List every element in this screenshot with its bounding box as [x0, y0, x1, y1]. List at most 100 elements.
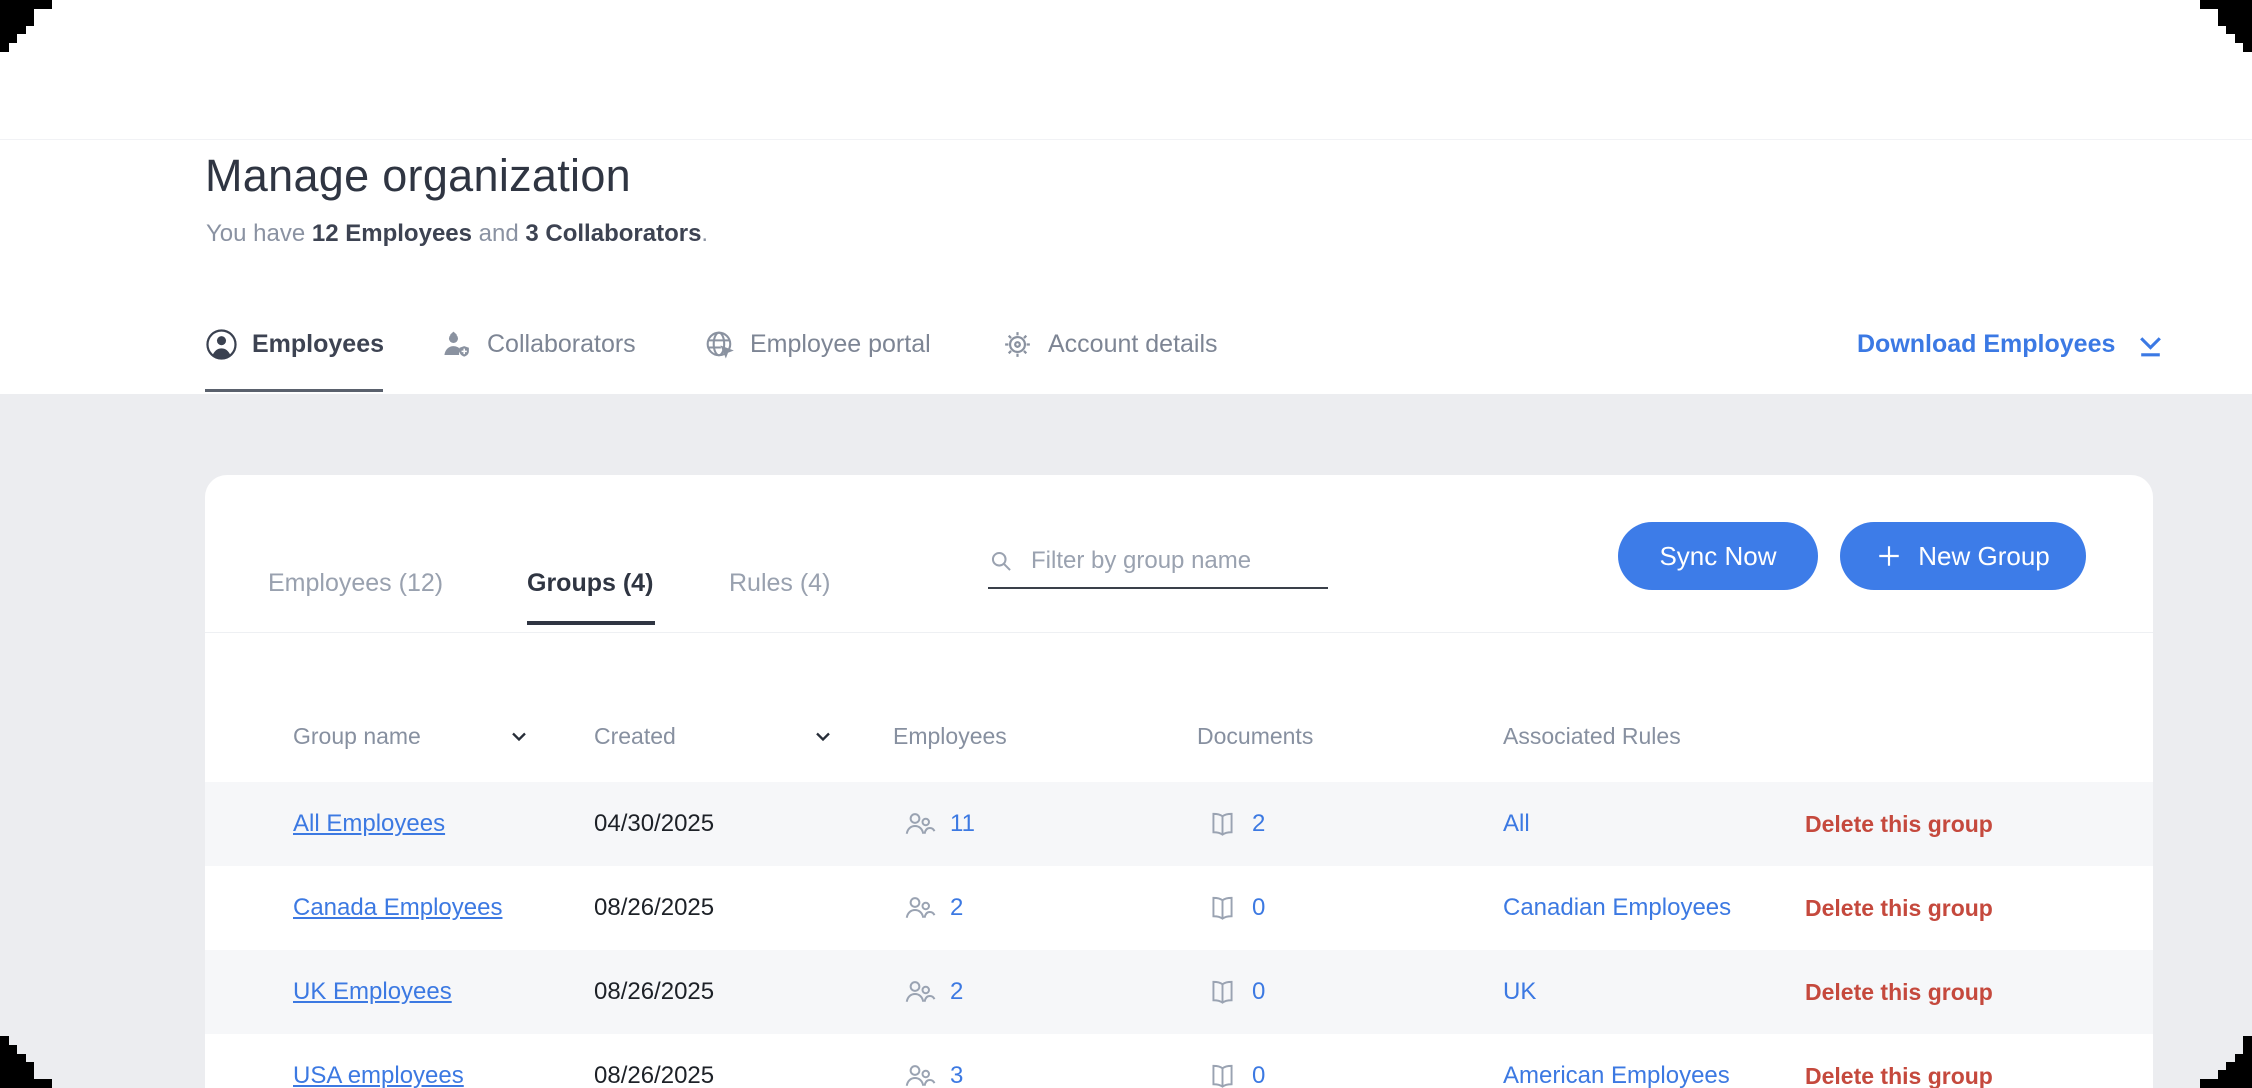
associated-rule-link[interactable]: American Employees	[1503, 1062, 1805, 1088]
documents-count-value[interactable]: 0	[1252, 978, 1265, 1006]
sort-chevron-icon[interactable]	[511, 731, 527, 742]
documents-count-cell: 0	[1197, 1062, 1503, 1088]
sort-chevron-icon[interactable]	[815, 731, 831, 742]
tab-employee-portal[interactable]: Employee portal	[703, 318, 931, 370]
employees-count-value[interactable]: 2	[950, 978, 963, 1006]
group-name-header-label: Group name	[293, 723, 421, 750]
users-icon	[903, 893, 936, 923]
collaborators-count: 3 Collaborators	[525, 220, 701, 247]
new-group-button[interactable]: New Group	[1840, 522, 2086, 590]
associated-rule-link[interactable]: Canadian Employees	[1503, 894, 1805, 922]
card-active-tab-underline	[527, 621, 655, 625]
delete-group-button[interactable]: Delete this group	[1805, 895, 2153, 922]
created-date: 04/30/2025	[594, 810, 893, 838]
table-row: All Employees 04/30/2025 11	[205, 782, 2153, 866]
column-header-associated-rules: Associated Rules	[1503, 723, 1805, 750]
documents-header-label: Documents	[1197, 723, 1313, 750]
card-tab-employees[interactable]: Employees (12)	[268, 569, 443, 598]
person-shield-icon	[440, 328, 473, 361]
book-icon	[1207, 810, 1238, 839]
column-header-documents: Documents	[1197, 723, 1503, 750]
column-header-employees: Employees	[893, 723, 1197, 750]
card-tab-employees-label: Employees (12)	[268, 569, 443, 597]
documents-count-cell: 0	[1197, 894, 1503, 923]
column-header-group-name[interactable]: Group name	[293, 723, 594, 750]
groups-table: Group name Created Employees	[205, 690, 2153, 1088]
card-tab-groups-label: Groups (4)	[527, 569, 653, 597]
group-filter	[988, 535, 1328, 589]
table-row: UK Employees 08/26/2025 2	[205, 950, 2153, 1034]
sync-now-label: Sync Now	[1659, 541, 1776, 572]
group-name-link[interactable]: UK Employees	[293, 978, 594, 1006]
documents-count-value[interactable]: 0	[1252, 1062, 1265, 1088]
card-tab-rules-label: Rules (4)	[729, 569, 830, 597]
employees-count-value[interactable]: 11	[950, 810, 975, 838]
sync-now-button[interactable]: Sync Now	[1618, 522, 1818, 590]
created-date: 08/26/2025	[594, 1062, 893, 1088]
download-employees-label: Download Employees	[1857, 330, 2115, 359]
table-header-row: Group name Created Employees	[205, 690, 2153, 782]
download-employees-button[interactable]: Download Employees	[1857, 318, 2166, 370]
employees-count-cell: 3	[893, 1061, 1197, 1088]
filter-by-group-name-input[interactable]	[1031, 547, 1328, 575]
page-subtitle: You have 12 Employees and 3 Collaborator…	[206, 220, 708, 248]
subtitle-period: .	[701, 220, 708, 247]
users-icon	[903, 977, 936, 1007]
subtitle-and: and	[472, 220, 525, 247]
top-navbar	[0, 0, 2252, 140]
employees-header-label: Employees	[893, 723, 1007, 750]
tab-collaborators[interactable]: Collaborators	[440, 318, 636, 370]
manage-organization-page: Manage organization You have 12 Employee…	[0, 0, 2252, 1088]
column-header-created[interactable]: Created	[594, 723, 893, 750]
associated-rule-link[interactable]: UK	[1503, 978, 1805, 1006]
users-icon	[903, 1061, 936, 1088]
groups-card: Employees (12) Groups (4) Rules (4)	[205, 475, 2153, 1088]
group-name-link[interactable]: All Employees	[293, 810, 594, 838]
plus-icon	[1876, 543, 1902, 569]
tab-employee-portal-label: Employee portal	[750, 330, 931, 359]
tab-collaborators-label: Collaborators	[487, 330, 636, 359]
users-icon	[903, 809, 936, 839]
subtitle-prefix: You have	[206, 220, 312, 247]
person-circle-icon	[205, 328, 238, 361]
table-row: Canada Employees 08/26/2025 2	[205, 866, 2153, 950]
created-date: 08/26/2025	[594, 894, 893, 922]
gear-icon	[1001, 328, 1034, 361]
delete-group-button[interactable]: Delete this group	[1805, 979, 2153, 1006]
search-icon	[988, 548, 1015, 575]
content-background: Employees (12) Groups (4) Rules (4)	[0, 394, 2252, 1088]
globe-cursor-icon	[703, 328, 736, 361]
documents-count-value[interactable]: 2	[1252, 810, 1265, 838]
employees-count-cell: 11	[893, 809, 1197, 839]
page-title: Manage organization	[205, 150, 631, 202]
associated-rule-link[interactable]: All	[1503, 810, 1805, 838]
active-tab-underline	[205, 389, 383, 392]
created-date: 08/26/2025	[594, 978, 893, 1006]
book-icon	[1207, 894, 1238, 923]
tab-employees-label: Employees	[252, 330, 384, 359]
tab-account-details[interactable]: Account details	[1001, 318, 1218, 370]
group-name-link[interactable]: USA employees	[293, 1062, 594, 1088]
new-group-label: New Group	[1918, 541, 2050, 572]
card-tab-groups[interactable]: Groups (4)	[527, 569, 653, 598]
employees-count-value[interactable]: 2	[950, 894, 963, 922]
documents-count-value[interactable]: 0	[1252, 894, 1265, 922]
group-name-link[interactable]: Canada Employees	[293, 894, 594, 922]
tab-account-details-label: Account details	[1048, 330, 1218, 359]
tab-employees[interactable]: Employees	[205, 318, 384, 370]
employees-count-value[interactable]: 3	[950, 1062, 963, 1088]
book-icon	[1207, 978, 1238, 1007]
book-icon	[1207, 1062, 1238, 1088]
download-chevron-icon	[2135, 331, 2166, 358]
employees-count-cell: 2	[893, 893, 1197, 923]
employees-count: 12 Employees	[312, 220, 472, 247]
documents-count-cell: 2	[1197, 810, 1503, 839]
card-tab-rules[interactable]: Rules (4)	[729, 569, 830, 598]
associated-rules-header-label: Associated Rules	[1503, 723, 1681, 750]
employees-count-cell: 2	[893, 977, 1197, 1007]
delete-group-button[interactable]: Delete this group	[1805, 1063, 2153, 1088]
delete-group-button[interactable]: Delete this group	[1805, 811, 2153, 838]
table-row: USA employees 08/26/2025 3	[205, 1034, 2153, 1088]
card-tabs-divider	[205, 632, 2153, 633]
created-header-label: Created	[594, 723, 676, 750]
